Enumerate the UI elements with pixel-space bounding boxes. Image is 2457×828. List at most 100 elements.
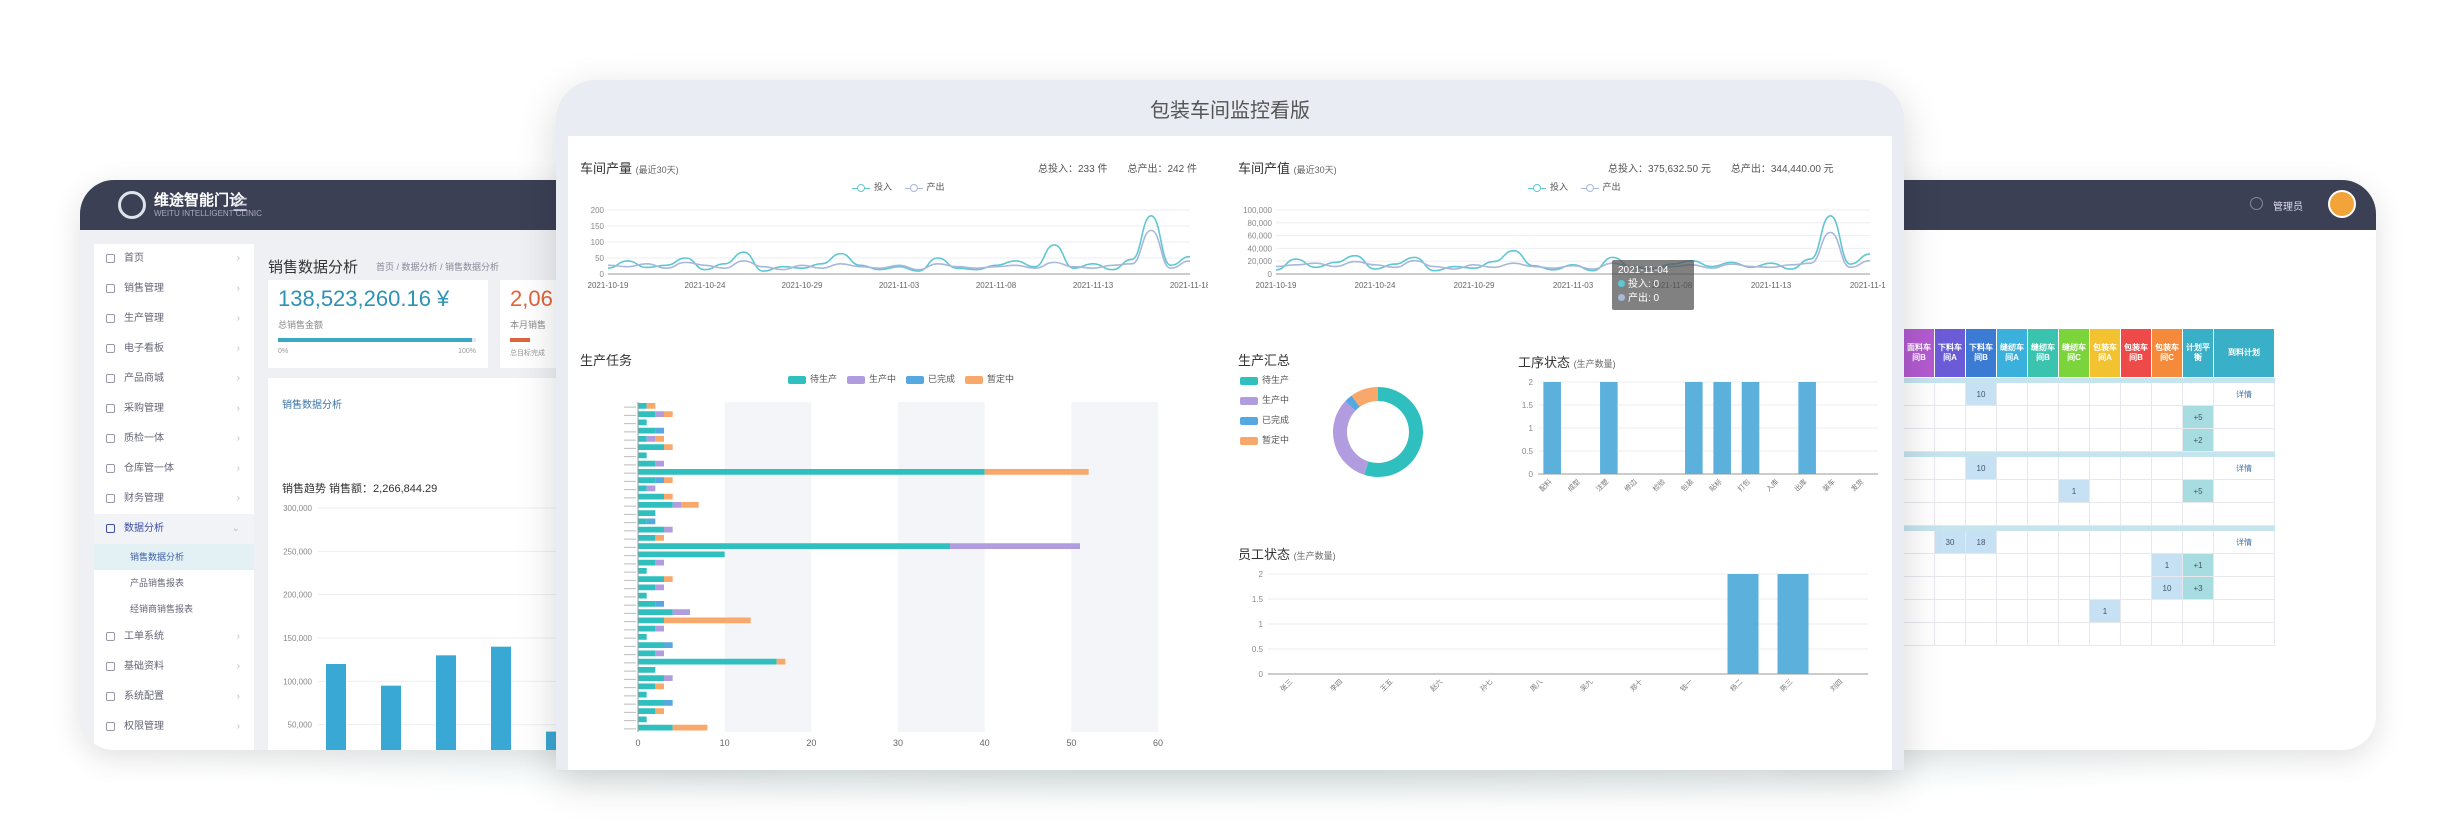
table-cell[interactable]: 详情	[2213, 456, 2275, 480]
series-line[interactable]	[607, 229, 1191, 271]
sidebar-item[interactable]: 产品商城 ›	[94, 364, 254, 394]
task-bar[interactable]	[638, 535, 656, 541]
task-bar[interactable]	[638, 601, 656, 607]
donut-slice[interactable]	[1345, 395, 1360, 411]
legend-item[interactable]: 暂定中	[965, 372, 1014, 385]
legend-item[interactable]: 暂定中	[1240, 430, 1289, 450]
task-bar[interactable]	[638, 444, 664, 450]
task-bar[interactable]	[638, 609, 673, 615]
task-bar[interactable]	[638, 411, 656, 417]
task-bar[interactable]	[638, 493, 664, 500]
task-bar[interactable]	[638, 675, 664, 681]
sidebar-item[interactable]: 生产管理 ›	[94, 304, 254, 334]
task-bar[interactable]	[655, 559, 664, 566]
task-bar[interactable]	[655, 411, 664, 417]
task-bar[interactable]	[664, 642, 673, 648]
task-bar[interactable]	[638, 427, 656, 434]
task-bar[interactable]	[664, 444, 673, 450]
legend-item[interactable]: 待生产	[788, 372, 837, 385]
task-bar[interactable]	[638, 568, 647, 574]
sidebar-item[interactable]: 系统配置 ›	[94, 682, 254, 712]
task-bar[interactable]	[638, 543, 950, 549]
task-bar[interactable]	[681, 502, 699, 508]
task-bar[interactable]	[664, 477, 673, 483]
bar[interactable]	[1543, 382, 1561, 474]
task-bar[interactable]	[638, 452, 647, 459]
task-bar[interactable]	[655, 460, 664, 467]
task-bar[interactable]	[638, 518, 647, 525]
legend-item[interactable]: 已完成	[906, 372, 955, 385]
sidebar-item[interactable]: 工单系统 ›	[94, 622, 254, 652]
task-bar[interactable]	[950, 543, 1080, 549]
task-bar[interactable]	[638, 576, 664, 582]
task-bar[interactable]	[638, 559, 656, 566]
task-bar[interactable]	[638, 691, 647, 698]
bar[interactable]	[1798, 382, 1816, 474]
task-bar[interactable]	[646, 403, 656, 409]
task-bar[interactable]	[655, 708, 664, 714]
task-bar[interactable]	[638, 708, 656, 714]
task-bar[interactable]	[655, 584, 664, 591]
donut-slice[interactable]	[1333, 401, 1369, 475]
task-bar[interactable]	[638, 485, 647, 492]
sidebar-item[interactable]: 权限管理 ›	[94, 712, 254, 742]
task-bar[interactable]	[638, 642, 664, 648]
bar[interactable]	[1777, 574, 1809, 674]
task-bar[interactable]	[638, 510, 656, 516]
task-bar[interactable]	[655, 427, 664, 434]
sidebar-item[interactable]: 基础资料 ›	[94, 652, 254, 682]
task-bar[interactable]	[664, 526, 673, 533]
sales-bar[interactable]	[491, 646, 511, 750]
task-bar[interactable]	[638, 724, 673, 731]
sidebar-item[interactable]: 销售管理 ›	[94, 274, 254, 304]
bar[interactable]	[1600, 382, 1618, 474]
task-bar[interactable]	[655, 683, 664, 690]
series-line[interactable]	[1275, 231, 1871, 270]
task-bar[interactable]	[672, 502, 682, 508]
sidebar-subitem[interactable]: 销售数据分析	[94, 544, 254, 570]
task-bar[interactable]	[638, 700, 664, 706]
task-bar[interactable]	[638, 716, 647, 723]
sidebar-subitem[interactable]: 经销商销售报表	[94, 596, 254, 622]
task-bar[interactable]	[984, 469, 1089, 475]
task-bar[interactable]	[638, 592, 647, 599]
bar[interactable]	[1741, 382, 1760, 474]
task-bar[interactable]	[638, 617, 664, 624]
task-bar[interactable]	[655, 436, 664, 442]
task-bar[interactable]	[672, 724, 708, 731]
task-bar[interactable]	[664, 411, 673, 417]
task-bar[interactable]	[776, 658, 786, 665]
task-bar[interactable]	[638, 419, 647, 426]
sidebar-item[interactable]: 电子看板 ›	[94, 334, 254, 364]
task-bar[interactable]	[638, 667, 656, 673]
task-bar[interactable]	[664, 617, 751, 624]
legend-item[interactable]: 已完成	[1240, 410, 1289, 430]
task-bar[interactable]	[638, 584, 656, 591]
task-bar[interactable]	[664, 700, 673, 706]
task-bar[interactable]	[638, 526, 664, 533]
table-cell[interactable]: 详情	[2213, 530, 2275, 554]
task-bar[interactable]	[638, 658, 777, 665]
bar[interactable]	[1713, 382, 1731, 474]
bar[interactable]	[1727, 574, 1759, 674]
avatar[interactable]	[2328, 190, 2356, 218]
task-bar[interactable]	[638, 460, 656, 467]
sidebar-item[interactable]: 数据分析 ⌄	[94, 514, 254, 544]
task-bar[interactable]	[664, 576, 673, 582]
sidebar-item[interactable]: 采购管理 ›	[94, 394, 254, 424]
task-bar[interactable]	[646, 518, 656, 525]
sales-bar[interactable]	[326, 664, 346, 750]
task-bar[interactable]	[638, 477, 656, 483]
legend-item[interactable]: 生产中	[1240, 390, 1289, 410]
task-bar[interactable]	[638, 403, 647, 409]
task-bar[interactable]	[638, 502, 673, 508]
series-line[interactable]	[607, 215, 1191, 272]
table-cell[interactable]: 详情	[2213, 382, 2275, 406]
task-bar[interactable]	[664, 675, 673, 681]
task-bar[interactable]	[638, 625, 656, 632]
sidebar-subitem[interactable]: 产品销售报表	[94, 570, 254, 596]
task-bar[interactable]	[646, 436, 656, 442]
legend-item[interactable]: 待生产	[1240, 370, 1289, 390]
task-bar[interactable]	[655, 625, 664, 632]
task-bar[interactable]	[655, 601, 664, 607]
